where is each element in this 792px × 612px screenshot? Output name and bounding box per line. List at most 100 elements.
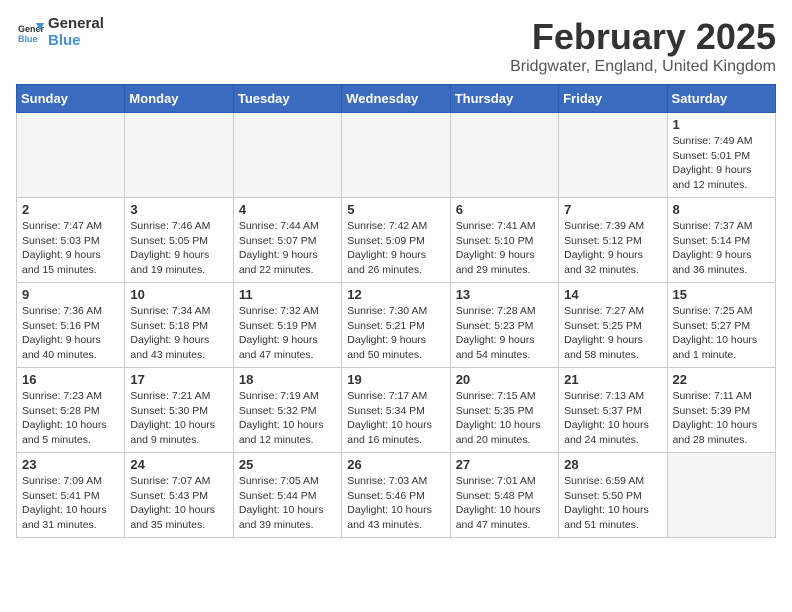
day-info: Sunrise: 7:34 AM Sunset: 5:18 PM Dayligh… (130, 304, 227, 363)
day-number: 22 (673, 372, 770, 387)
page-header: General Blue General Blue February 2025 … (16, 16, 776, 76)
calendar-cell: 5 Sunrise: 7:42 AM Sunset: 5:09 PM Daylig… (342, 198, 450, 283)
calendar-cell: 1Sunrise: 7:49 AM Sunset: 5:01 PM Daylig… (667, 113, 775, 198)
week-row-4: 16 Sunrise: 7:23 AM Sunset: 5:28 PM Dayli… (17, 368, 776, 453)
day-number: 26 (347, 457, 444, 472)
location: Bridgwater, England, United Kingdom (510, 58, 776, 76)
day-number: 8 (673, 202, 770, 217)
calendar-cell: 14Sunrise: 7:27 AM Sunset: 5:25 PM Dayli… (559, 283, 667, 368)
day-number: 23 (22, 457, 119, 472)
day-number: 25 (239, 457, 336, 472)
calendar-cell (125, 113, 233, 198)
day-info: Sunrise: 7:07 AM Sunset: 5:43 PM Dayligh… (130, 474, 227, 533)
weekday-header-tuesday: Tuesday (233, 85, 341, 113)
day-info: Sunrise: 7:09 AM Sunset: 5:41 PM Dayligh… (22, 474, 119, 533)
day-info: Sunrise: 7:05 AM Sunset: 5:44 PM Dayligh… (239, 474, 336, 533)
day-number: 19 (347, 372, 444, 387)
logo-icon: General Blue (16, 19, 44, 47)
day-info: Sunrise: 6:59 AM Sunset: 5:50 PM Dayligh… (564, 474, 661, 533)
calendar-cell (450, 113, 558, 198)
calendar-cell: 28 Sunrise: 6:59 AM Sunset: 5:50 PM Dayli… (559, 453, 667, 538)
title-block: February 2025 Bridgwater, England, Unite… (510, 16, 776, 76)
day-number: 27 (456, 457, 553, 472)
day-number: 2 (22, 202, 119, 217)
day-number: 28 (564, 457, 661, 472)
week-row-3: 9 Sunrise: 7:36 AM Sunset: 5:16 PM Daylig… (17, 283, 776, 368)
calendar-cell: 19 Sunrise: 7:17 AM Sunset: 5:34 PM Dayli… (342, 368, 450, 453)
day-info: Sunrise: 7:15 AM Sunset: 5:35 PM Dayligh… (456, 389, 553, 448)
calendar-cell: 23 Sunrise: 7:09 AM Sunset: 5:41 PM Dayli… (17, 453, 125, 538)
calendar-cell: 9 Sunrise: 7:36 AM Sunset: 5:16 PM Daylig… (17, 283, 125, 368)
day-info: Sunrise: 7:19 AM Sunset: 5:32 PM Dayligh… (239, 389, 336, 448)
calendar-header-row: SundayMondayTuesdayWednesdayThursdayFrid… (17, 85, 776, 113)
weekday-header-thursday: Thursday (450, 85, 558, 113)
day-number: 9 (22, 287, 119, 302)
day-info: Sunrise: 7:13 AM Sunset: 5:37 PM Dayligh… (564, 389, 661, 448)
calendar-cell: 24Sunrise: 7:07 AM Sunset: 5:43 PM Dayli… (125, 453, 233, 538)
calendar-cell: 26 Sunrise: 7:03 AM Sunset: 5:46 PM Dayli… (342, 453, 450, 538)
day-info: Sunrise: 7:36 AM Sunset: 5:16 PM Dayligh… (22, 304, 119, 363)
day-info: Sunrise: 7:28 AM Sunset: 5:23 PM Dayligh… (456, 304, 553, 363)
day-info: Sunrise: 7:25 AM Sunset: 5:27 PM Dayligh… (673, 304, 770, 363)
day-number: 12 (347, 287, 444, 302)
week-row-2: 2 Sunrise: 7:47 AM Sunset: 5:03 PM Daylig… (17, 198, 776, 283)
day-info: Sunrise: 7:03 AM Sunset: 5:46 PM Dayligh… (347, 474, 444, 533)
day-info: Sunrise: 7:32 AM Sunset: 5:19 PM Dayligh… (239, 304, 336, 363)
day-number: 7 (564, 202, 661, 217)
day-number: 15 (673, 287, 770, 302)
day-info: Sunrise: 7:44 AM Sunset: 5:07 PM Dayligh… (239, 219, 336, 278)
logo: General Blue General Blue (16, 16, 104, 49)
day-number: 6 (456, 202, 553, 217)
day-number: 1 (673, 117, 770, 132)
calendar-cell: 20 Sunrise: 7:15 AM Sunset: 5:35 PM Dayli… (450, 368, 558, 453)
weekday-header-sunday: Sunday (17, 85, 125, 113)
calendar-cell: 3 Sunrise: 7:46 AM Sunset: 5:05 PM Daylig… (125, 198, 233, 283)
day-number: 20 (456, 372, 553, 387)
svg-text:Blue: Blue (18, 34, 38, 44)
day-info: Sunrise: 7:30 AM Sunset: 5:21 PM Dayligh… (347, 304, 444, 363)
weekday-header-saturday: Saturday (667, 85, 775, 113)
calendar-cell: 8 Sunrise: 7:37 AM Sunset: 5:14 PM Daylig… (667, 198, 775, 283)
calendar-cell: 7 Sunrise: 7:39 AM Sunset: 5:12 PM Daylig… (559, 198, 667, 283)
calendar-cell: 15 Sunrise: 7:25 AM Sunset: 5:27 PM Dayli… (667, 283, 775, 368)
day-number: 21 (564, 372, 661, 387)
day-number: 18 (239, 372, 336, 387)
calendar-cell: 10 Sunrise: 7:34 AM Sunset: 5:18 PM Dayli… (125, 283, 233, 368)
calendar-cell (667, 453, 775, 538)
calendar-cell: 17Sunrise: 7:21 AM Sunset: 5:30 PM Dayli… (125, 368, 233, 453)
week-row-5: 23 Sunrise: 7:09 AM Sunset: 5:41 PM Dayli… (17, 453, 776, 538)
weekday-header-monday: Monday (125, 85, 233, 113)
weekday-header-friday: Friday (559, 85, 667, 113)
day-number: 10 (130, 287, 227, 302)
day-number: 16 (22, 372, 119, 387)
calendar-cell (17, 113, 125, 198)
weekday-header-wednesday: Wednesday (342, 85, 450, 113)
day-info: Sunrise: 7:11 AM Sunset: 5:39 PM Dayligh… (673, 389, 770, 448)
calendar-cell: 27 Sunrise: 7:01 AM Sunset: 5:48 PM Dayli… (450, 453, 558, 538)
day-number: 11 (239, 287, 336, 302)
logo-blue: Blue (48, 33, 104, 50)
day-number: 14 (564, 287, 661, 302)
logo-general: General (48, 16, 104, 33)
day-info: Sunrise: 7:23 AM Sunset: 5:28 PM Dayligh… (22, 389, 119, 448)
calendar-cell: 12 Sunrise: 7:30 AM Sunset: 5:21 PM Dayli… (342, 283, 450, 368)
day-number: 3 (130, 202, 227, 217)
day-info: Sunrise: 7:17 AM Sunset: 5:34 PM Dayligh… (347, 389, 444, 448)
month-title: February 2025 (510, 16, 776, 58)
calendar-cell (559, 113, 667, 198)
calendar-cell: 16 Sunrise: 7:23 AM Sunset: 5:28 PM Dayli… (17, 368, 125, 453)
day-info: Sunrise: 7:37 AM Sunset: 5:14 PM Dayligh… (673, 219, 770, 278)
day-info: Sunrise: 7:39 AM Sunset: 5:12 PM Dayligh… (564, 219, 661, 278)
day-number: 13 (456, 287, 553, 302)
day-info: Sunrise: 7:42 AM Sunset: 5:09 PM Dayligh… (347, 219, 444, 278)
day-info: Sunrise: 7:46 AM Sunset: 5:05 PM Dayligh… (130, 219, 227, 278)
day-info: Sunrise: 7:01 AM Sunset: 5:48 PM Dayligh… (456, 474, 553, 533)
day-number: 17 (130, 372, 227, 387)
calendar-cell: 6Sunrise: 7:41 AM Sunset: 5:10 PM Daylig… (450, 198, 558, 283)
calendar-cell: 2 Sunrise: 7:47 AM Sunset: 5:03 PM Daylig… (17, 198, 125, 283)
day-number: 5 (347, 202, 444, 217)
calendar-cell: 13 Sunrise: 7:28 AM Sunset: 5:23 PM Dayli… (450, 283, 558, 368)
calendar-cell: 22 Sunrise: 7:11 AM Sunset: 5:39 PM Dayli… (667, 368, 775, 453)
day-info: Sunrise: 7:47 AM Sunset: 5:03 PM Dayligh… (22, 219, 119, 278)
week-row-1: 1Sunrise: 7:49 AM Sunset: 5:01 PM Daylig… (17, 113, 776, 198)
